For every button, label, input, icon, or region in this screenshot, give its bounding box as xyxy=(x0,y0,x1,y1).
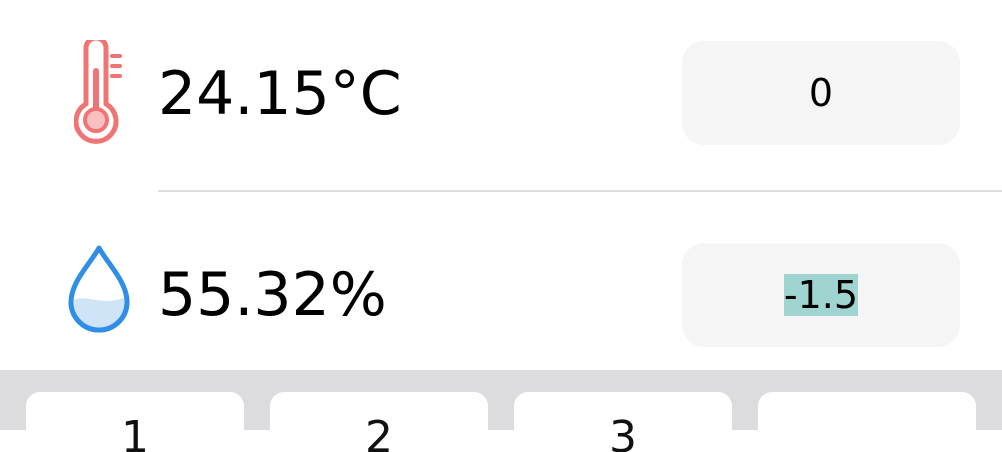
key-label: 2 xyxy=(365,412,393,452)
key-label: 3 xyxy=(609,412,637,452)
humidity-row: 55.32% -1.5 xyxy=(0,192,1002,370)
humidity-offset-input[interactable]: -1.5 xyxy=(682,243,960,347)
humidity-offset-value: -1.5 xyxy=(783,273,859,317)
numeric-keyboard: 1 2 3 xyxy=(0,370,1002,452)
temperature-value: 24.15°C xyxy=(158,59,402,129)
key-3[interactable]: 3 xyxy=(514,392,732,452)
key-4[interactable] xyxy=(758,392,976,452)
key-2[interactable]: 2 xyxy=(270,392,488,452)
humidity-value: 55.32% xyxy=(158,260,387,330)
temperature-row: 24.15°C 0 xyxy=(0,0,1002,190)
temperature-offset-value: 0 xyxy=(808,71,834,115)
thermometer-icon xyxy=(74,40,124,144)
key-label: 1 xyxy=(121,412,149,452)
temperature-offset-input[interactable]: 0 xyxy=(682,41,960,145)
key-1[interactable]: 1 xyxy=(26,392,244,452)
water-drop-icon xyxy=(66,244,132,334)
